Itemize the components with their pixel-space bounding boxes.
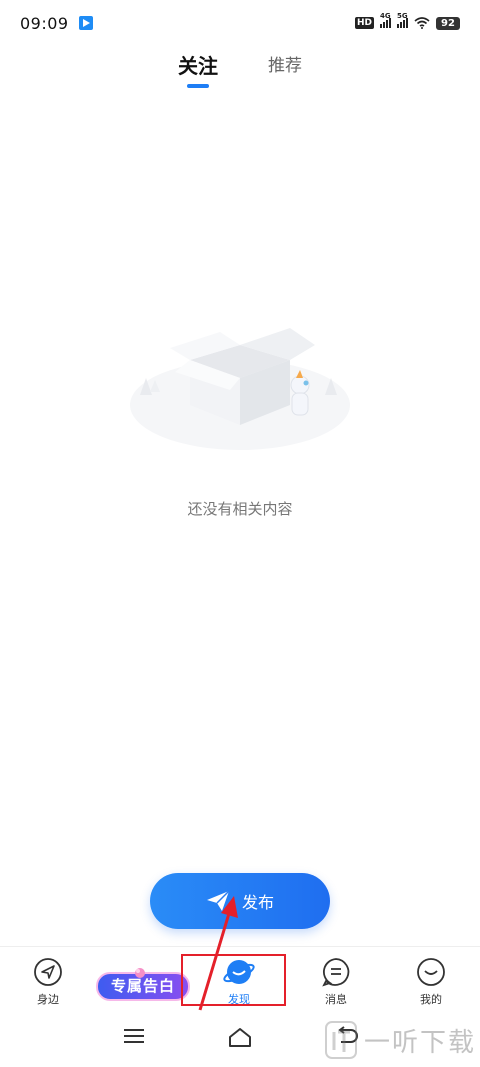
status-time: 09:09 [20, 13, 69, 33]
annotation-arrow-icon [198, 896, 238, 1011]
promo-badge-text: 专属告白 [110, 977, 175, 995]
tab-nearby-label: 身边 [37, 993, 59, 1006]
location-arrow-icon [34, 958, 62, 986]
tab-nearby[interactable]: 身边 [8, 957, 88, 1007]
tab-follow[interactable]: 关注 [178, 50, 218, 90]
tab-recommend[interactable]: 推荐 [268, 50, 302, 90]
menu-icon[interactable] [122, 1026, 146, 1046]
signal-5g-icon: 5G [397, 12, 408, 28]
hd-icon: HD [354, 17, 374, 29]
tab-me[interactable]: 我的 [391, 957, 471, 1007]
top-tabs: 关注 推荐 [0, 50, 480, 94]
watermark: 一听下载 [324, 1020, 476, 1060]
face-icon [417, 958, 445, 986]
tab-messages-label: 消息 [325, 993, 347, 1006]
watermark-logo-icon [324, 1021, 357, 1059]
empty-state-message: 还没有相关内容 [187, 500, 293, 518]
battery-icon: 92 [436, 16, 460, 30]
wifi-icon [414, 17, 430, 29]
home-icon[interactable] [227, 1026, 253, 1048]
empty-box-illustration [130, 328, 350, 450]
status-indicators: HD 4G 5G 92 [354, 12, 460, 30]
watermark-text: 一听下载 [363, 1027, 476, 1058]
chat-bubble-icon [322, 958, 350, 987]
tab-me-label: 我的 [420, 993, 442, 1006]
app-notification-icon [78, 16, 93, 30]
tab-messages[interactable]: 消息 [296, 957, 376, 1007]
status-bar: 09:09 HD 4G 5G 92 [0, 0, 480, 46]
promo-badge[interactable]: 专属告白 [96, 968, 190, 1002]
signal-4g-icon: 4G [380, 12, 391, 28]
